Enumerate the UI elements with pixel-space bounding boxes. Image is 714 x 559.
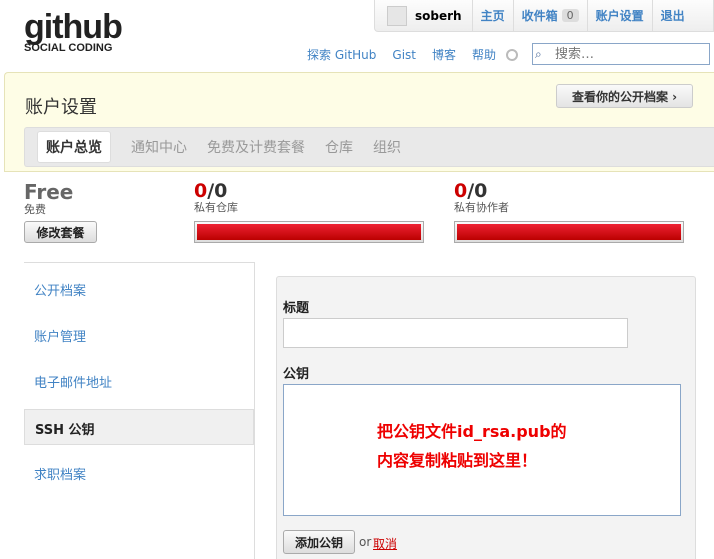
private-repos-label: 私有仓库	[194, 201, 238, 214]
blog-link[interactable]: 博客	[432, 46, 456, 63]
private-repos-bar-fill	[197, 224, 421, 240]
collaborators-label: 私有协作者	[454, 201, 509, 214]
view-public-profile-button[interactable]: 查看你的公开档案 ›	[556, 84, 693, 108]
sidebar-item-email[interactable]: 电子邮件地址	[34, 372, 112, 391]
plan-stat: Free 免费	[24, 180, 73, 217]
title-input[interactable]	[283, 318, 628, 348]
gist-link[interactable]: Gist	[392, 48, 416, 62]
collaborators-bar-fill	[457, 224, 681, 240]
private-repos-bar	[194, 221, 424, 243]
add-ssh-key-form: 标题 公钥 把公钥文件id_rsa.pub的 内容复制粘贴到这里！ 添加公钥 o…	[276, 276, 696, 559]
tab-account-overview[interactable]: 账户总览	[37, 131, 111, 163]
annotation-line-1: 把公钥文件id_rsa.pub的	[377, 422, 567, 441]
username-link[interactable]: soberh	[415, 9, 462, 23]
sidebar-item-public-profile[interactable]: 公开档案	[34, 280, 86, 299]
search-box[interactable]: ⌕	[532, 43, 710, 65]
search-scope-icon[interactable]	[506, 48, 519, 61]
sidebar-item-ssh-keys[interactable]: SSH 公钥	[24, 409, 254, 445]
tab-notifications[interactable]: 通知中心	[131, 134, 187, 160]
explore-link[interactable]: 探索 GitHub	[307, 46, 376, 63]
github-logo[interactable]: github SOCIAL CODING	[24, 10, 134, 60]
search-icon: ⌕	[535, 47, 542, 61]
home-link[interactable]: 主页	[473, 7, 513, 24]
collaborators-bar	[454, 221, 684, 243]
tab-billing-plans[interactable]: 免费及计费套餐	[207, 134, 305, 160]
tab-repositories[interactable]: 仓库	[325, 134, 353, 160]
tab-organizations[interactable]: 组织	[373, 134, 401, 160]
help-link[interactable]: 帮助	[472, 46, 496, 63]
cancel-link[interactable]: 取消	[373, 535, 397, 552]
divider	[24, 262, 255, 263]
annotation-line-2: 内容复制粘贴到这里！	[377, 451, 538, 470]
inbox-count-badge: 0	[561, 9, 579, 22]
sidebar-item-account-admin[interactable]: 账户管理	[34, 326, 86, 345]
inbox-link[interactable]: 收件箱	[514, 7, 566, 24]
user-bar: soberh 主页 收件箱 0 账户设置 退出	[374, 0, 714, 32]
top-nav: 探索 GitHub Gist 博客 帮助	[307, 46, 524, 63]
key-label: 公钥	[283, 367, 310, 382]
collaborators-stat: 0/0 私有协作者	[454, 180, 509, 215]
divider	[254, 262, 255, 559]
page-title: 账户设置	[25, 97, 97, 118]
avatar[interactable]	[387, 5, 407, 26]
logout-link[interactable]: 退出	[653, 7, 693, 24]
paste-annotation: 把公钥文件id_rsa.pub的 内容复制粘贴到这里！	[377, 417, 567, 475]
change-plan-button[interactable]: 修改套餐	[24, 221, 97, 243]
search-input[interactable]	[555, 45, 705, 63]
private-repos-stat: 0/0 私有仓库	[194, 180, 238, 215]
add-key-button[interactable]: 添加公钥	[283, 530, 355, 554]
title-label: 标题	[283, 301, 310, 316]
or-text: or	[359, 535, 372, 549]
account-settings-link[interactable]: 账户设置	[588, 7, 652, 24]
sidebar-item-job-profile[interactable]: 求职档案	[34, 464, 86, 483]
settings-tabs: 账户总览 通知中心 免费及计费套餐 仓库 组织	[24, 127, 714, 167]
settings-panel: 账户设置 查看你的公开档案 › 账户总览 通知中心 免费及计费套餐 仓库 组织	[4, 72, 714, 172]
logo-wordmark: github	[24, 8, 123, 46]
